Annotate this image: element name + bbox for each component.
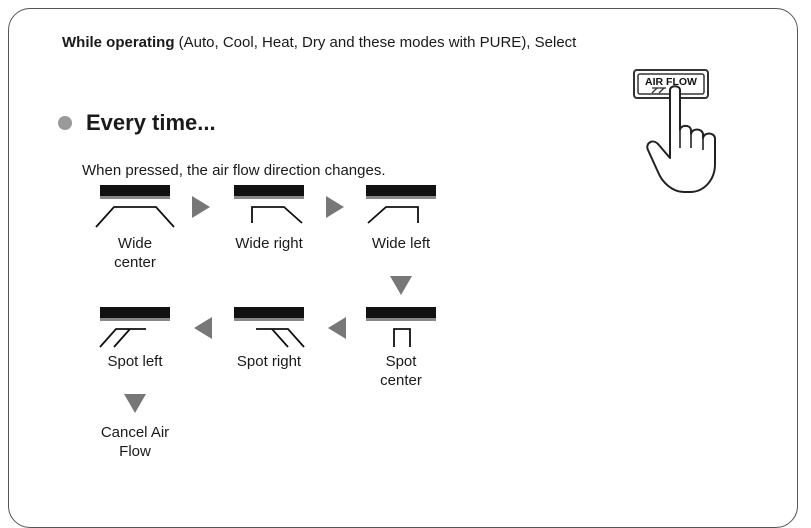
position-label-line: Wide <box>117 235 153 252</box>
position-label-wide-right: Wide right <box>214 234 324 253</box>
position-label-spot-right: Spot right <box>214 352 324 371</box>
wide-center-icon <box>95 185 175 228</box>
position-label-cancel-air-flow: Cancel Air Flow <box>80 423 190 461</box>
position-label-line: Spot right <box>236 353 302 370</box>
position-label-wide-left: Wide left <box>346 234 456 253</box>
position-label-spot-left: Spot left <box>80 352 190 371</box>
position-label-line: Cancel Air <box>100 424 170 441</box>
position-label-wide-center: Wide center <box>80 234 190 272</box>
wide-left-icon <box>366 185 436 224</box>
spot-center-icon <box>366 307 436 347</box>
position-label-line: Wide left <box>371 235 431 252</box>
arrow-right-icon <box>192 196 210 218</box>
arrow-down-icon <box>390 276 412 295</box>
position-label-line: Flow <box>119 443 151 460</box>
spot-right-icon <box>234 307 305 348</box>
arrow-left-icon <box>328 317 346 339</box>
position-label-line: center <box>114 254 156 271</box>
arrow-down-icon <box>124 394 146 413</box>
position-label-line: center <box>380 372 422 389</box>
wide-right-icon <box>234 185 304 224</box>
arrow-right-icon <box>326 196 344 218</box>
spot-left-icon <box>99 307 170 348</box>
arrow-left-icon <box>194 317 212 339</box>
position-label-line: Wide right <box>235 235 303 252</box>
position-label-spot-center: Spot center <box>346 352 456 390</box>
position-label-line: Spot <box>385 353 417 370</box>
position-label-line: Spot left <box>107 353 163 370</box>
